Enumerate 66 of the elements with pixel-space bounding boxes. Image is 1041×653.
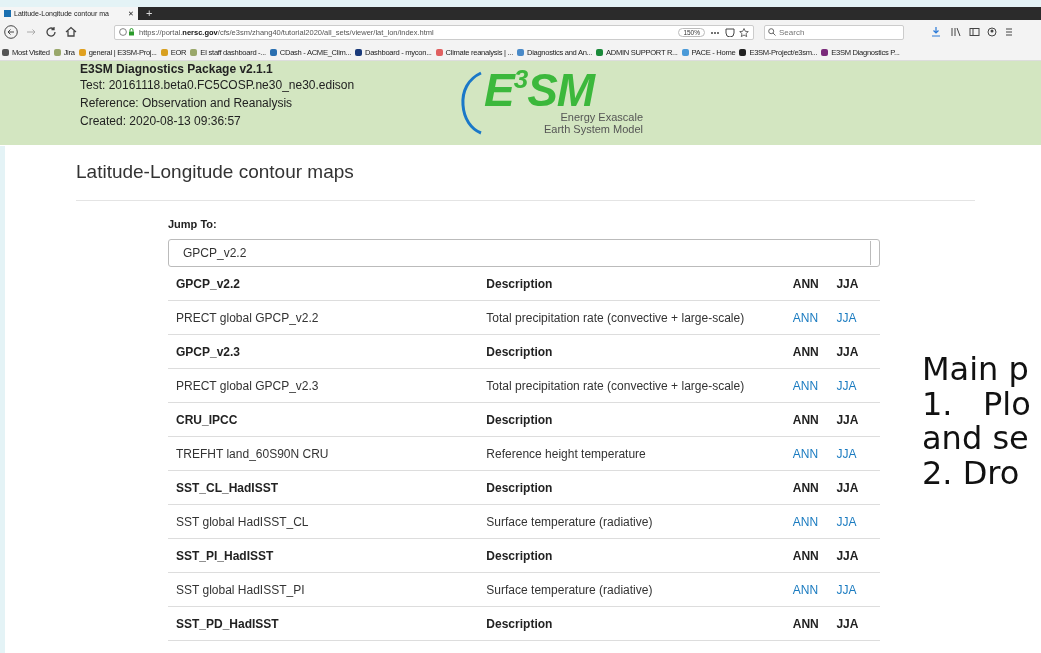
season-link[interactable]: JJA bbox=[836, 514, 857, 529]
new-tab-button[interactable]: + bbox=[138, 7, 161, 20]
slide-text: and se bbox=[922, 421, 1030, 456]
season-heading: JJA bbox=[836, 276, 860, 291]
info-lock-icon bbox=[119, 28, 135, 36]
column-heading: Description bbox=[486, 344, 554, 359]
column-heading: Description bbox=[486, 412, 554, 427]
page-title: Latitude-Longitude contour maps bbox=[76, 161, 355, 183]
season-link[interactable]: JJA bbox=[836, 378, 857, 393]
variable-name: TREFHT land_60S90N CRU bbox=[175, 446, 330, 461]
season-link[interactable]: ANN bbox=[792, 446, 819, 461]
season-link[interactable]: JJA bbox=[836, 582, 857, 597]
site-icon bbox=[4, 10, 11, 17]
info-line: Test: 20161118.beta0.FC5COSP.ne30_ne30.edison bbox=[80, 77, 356, 94]
season-link[interactable]: ANN bbox=[792, 310, 819, 325]
package-title: E3SM Diagnostics Package v2.1.1 bbox=[80, 62, 274, 76]
season-heading: ANN bbox=[792, 616, 820, 631]
slide-text: Main p bbox=[922, 352, 1030, 387]
column-heading: Description bbox=[486, 616, 554, 631]
variable-description: Surface temperature (radiative) bbox=[486, 582, 654, 597]
section-heading: SST_PD_HadISST bbox=[175, 616, 280, 631]
search-field[interactable]: Search bbox=[764, 24, 904, 40]
column-heading: Description bbox=[486, 480, 554, 495]
orbit-swoosh-icon bbox=[460, 69, 482, 137]
season-heading: JJA bbox=[836, 480, 860, 495]
season-link[interactable]: JJA bbox=[836, 446, 857, 461]
info-line: Created: 2020-08-13 09:36:57 bbox=[80, 113, 242, 130]
variable-description: Total precipitation rate (convective + large-scale) bbox=[486, 378, 746, 393]
column-heading: Description bbox=[486, 548, 554, 563]
season-heading: JJA bbox=[836, 412, 860, 427]
season-link[interactable]: ANN bbox=[792, 582, 819, 597]
column-heading: Description bbox=[486, 276, 554, 291]
variable-description: Reference height temperature bbox=[486, 446, 647, 461]
season-heading: ANN bbox=[792, 548, 820, 563]
slide-text: 2. Dro bbox=[922, 455, 1021, 490]
jump-to-label: Jump To: bbox=[168, 218, 218, 230]
section-heading: SST_CL_HadISST bbox=[175, 480, 280, 495]
variable-name: PRECT global GPCP_v2.2 bbox=[175, 310, 320, 325]
variable-description: Total precipitation rate (convective + large-scale) bbox=[486, 310, 746, 325]
info-line: Reference: Observation and Reanalysis bbox=[80, 95, 294, 112]
season-heading: JJA bbox=[836, 548, 860, 563]
home-icon[interactable] bbox=[64, 25, 78, 39]
season-heading: JJA bbox=[836, 344, 860, 359]
season-heading: ANN bbox=[792, 412, 820, 427]
section-heading: SST_PI_HadISST bbox=[175, 548, 275, 563]
season-heading: ANN bbox=[792, 344, 820, 359]
season-heading: ANN bbox=[792, 276, 820, 291]
season-heading: JJA bbox=[836, 616, 860, 631]
toolbar-icons[interactable] bbox=[932, 27, 1012, 37]
variable-name: SST global HadISST_PI bbox=[175, 582, 306, 597]
variable-name: SST global HadISST_CL bbox=[175, 514, 310, 529]
season-link[interactable]: ANN bbox=[792, 514, 819, 529]
season-link[interactable]: ANN bbox=[792, 378, 819, 393]
variable-name: PRECT global GPCP_v2.3 bbox=[175, 378, 320, 393]
section-heading: GPCP_v2.2 bbox=[175, 276, 242, 291]
variable-description: Surface temperature (radiative) bbox=[486, 514, 654, 529]
logo-subtitle: Earth System Model bbox=[543, 123, 643, 135]
jump-to-dropdown[interactable]: GPCP_v2.2 bbox=[168, 239, 880, 267]
season-link[interactable]: JJA bbox=[836, 310, 857, 325]
reload-icon[interactable] bbox=[44, 25, 58, 39]
section-heading: GPCP_v2.3 bbox=[175, 344, 242, 359]
back-icon[interactable] bbox=[4, 25, 18, 39]
search-icon bbox=[768, 28, 776, 36]
slide-text: 1. Plo bbox=[922, 386, 1031, 421]
season-heading: ANN bbox=[792, 480, 820, 495]
section-heading: CRU_IPCC bbox=[175, 412, 239, 427]
